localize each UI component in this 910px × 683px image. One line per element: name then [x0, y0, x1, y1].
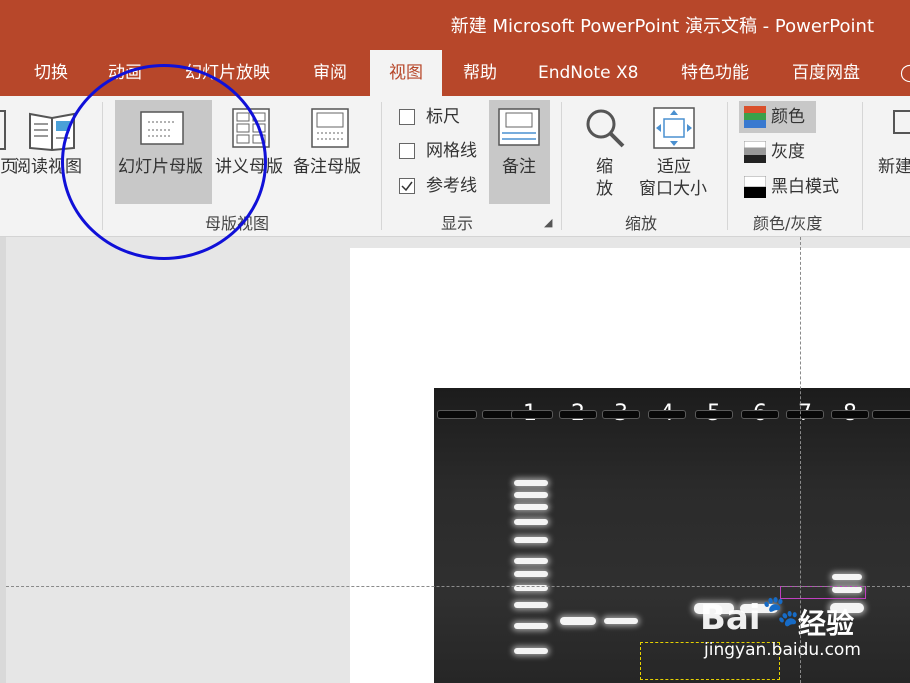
gel-well: [602, 410, 640, 419]
tab-special-features[interactable]: 特色功能: [681, 50, 749, 96]
zoom-button-line2: 放: [596, 179, 613, 199]
dna-band: [514, 623, 548, 629]
tab-review[interactable]: 审阅: [313, 50, 347, 96]
gel-well: [559, 410, 597, 419]
gel-electrophoresis-image[interactable]: 1 2 3 4 5 6 7 8 Bai 🐾 经验 jingyan.baidu.c…: [434, 388, 910, 683]
color-group-label: 颜色/灰度: [753, 214, 823, 233]
dna-band: [514, 519, 548, 525]
notes-label: 备注: [502, 157, 536, 177]
watermark-brand: Bai: [700, 598, 761, 638]
dna-band: [514, 571, 548, 577]
fit-to-window-button[interactable]: 适应: [657, 156, 691, 178]
dna-band: [832, 574, 862, 580]
gel-well: [786, 410, 824, 419]
ruler-checkbox[interactable]: [399, 109, 415, 125]
grayscale-button[interactable]: 灰度: [771, 141, 805, 163]
ruler-label: 标尺: [426, 107, 460, 127]
watermark-url: jingyan.baidu.com: [704, 640, 861, 660]
gel-well: [872, 410, 910, 419]
black-white-button[interactable]: 黑白模式: [771, 176, 839, 198]
horizontal-guide[interactable]: [6, 586, 910, 587]
tab-transitions[interactable]: 切换: [34, 50, 68, 96]
new-window-button[interactable]: 新建: [878, 156, 910, 178]
zoom-button[interactable]: 缩: [596, 156, 613, 178]
dialog-launcher-icon[interactable]: ◢: [544, 216, 552, 229]
fit-to-window-line2: 窗口大小: [639, 179, 707, 199]
separator: [561, 102, 562, 230]
dna-band: [604, 618, 638, 624]
dna-band: [514, 602, 548, 608]
annotation-circle: [61, 64, 267, 260]
color-swatch-icon: [744, 106, 766, 128]
gel-well: [437, 410, 477, 419]
new-window-icon: [893, 110, 910, 134]
dna-band: [514, 480, 548, 486]
notes-master-button[interactable]: 备注母版: [293, 156, 361, 178]
dna-band: [514, 558, 548, 564]
window-title: 新建 Microsoft PowerPoint 演示文稿 - PowerPoin…: [450, 16, 874, 37]
checkmark-icon: [401, 181, 413, 192]
page-view-icon: [0, 110, 6, 150]
dna-band: [560, 617, 596, 625]
grayscale-icon: [744, 141, 766, 163]
show-group-label: 显示: [441, 214, 474, 233]
tab-overflow[interactable]: ◯: [900, 50, 910, 96]
gel-well: [695, 410, 733, 419]
tab-view[interactable]: 视图: [370, 50, 442, 96]
dna-band: [514, 537, 548, 543]
black-white-icon: [744, 176, 766, 198]
notes-icon: [498, 108, 540, 146]
fit-to-window-icon: [653, 107, 695, 149]
thumbnail-pane-edge: [0, 237, 6, 683]
watermark-brand-cn: 经验: [798, 607, 855, 640]
zoom-group-label: 缩放: [625, 214, 658, 233]
guides-label: 参考线: [426, 176, 477, 196]
zoom-icon: [586, 109, 625, 148]
dna-band: [514, 648, 548, 654]
separator: [862, 102, 863, 230]
gel-well: [511, 410, 553, 419]
guides-checkbox[interactable]: [399, 178, 415, 194]
gridlines-label: 网格线: [426, 141, 477, 161]
tab-endnote[interactable]: EndNote X8: [538, 50, 638, 96]
tab-help[interactable]: 帮助: [463, 50, 497, 96]
color-label: 颜色: [771, 107, 805, 127]
separator: [727, 102, 728, 230]
tab-baidu-netdisk[interactable]: 百度网盘: [792, 50, 860, 96]
gel-well: [831, 410, 869, 419]
notes-master-icon: [311, 108, 349, 148]
vertical-guide[interactable]: [800, 237, 801, 683]
dna-band: [514, 504, 548, 510]
title-bar: 新建 Microsoft PowerPoint 演示文稿 - PowerPoin…: [0, 0, 910, 50]
separator: [381, 102, 382, 230]
gel-well: [741, 410, 779, 419]
paw-icon: 🐾: [762, 594, 800, 629]
gridlines-checkbox[interactable]: [399, 143, 415, 159]
gel-well: [648, 410, 686, 419]
dna-band: [514, 492, 548, 498]
